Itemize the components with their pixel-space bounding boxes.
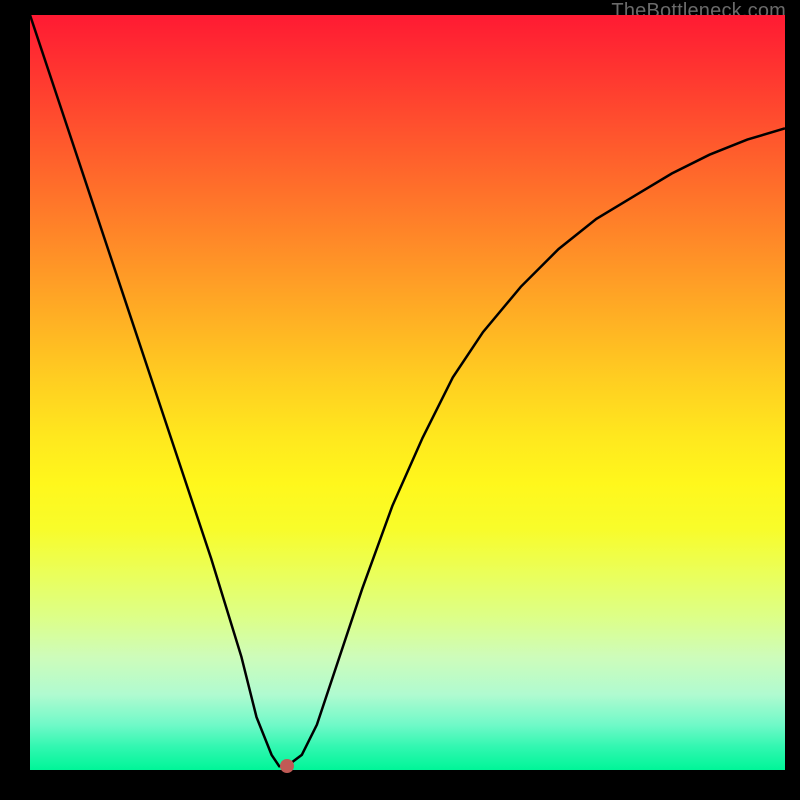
curve-svg <box>30 15 785 770</box>
plot-area <box>30 15 785 770</box>
bottleneck-curve <box>30 15 785 766</box>
optimum-marker-icon <box>280 759 294 773</box>
chart-container: TheBottleneck.com <box>0 0 800 800</box>
